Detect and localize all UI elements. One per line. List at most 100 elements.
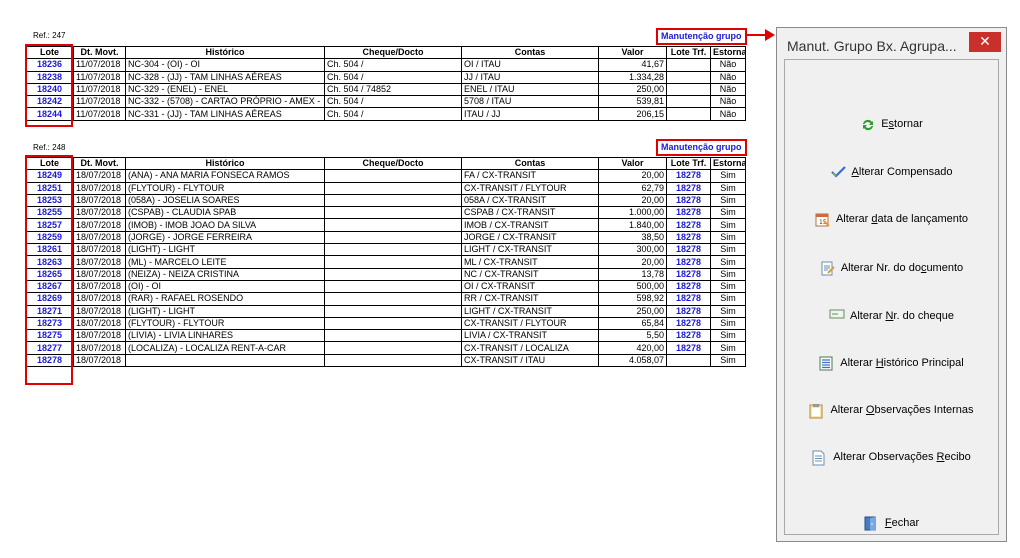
cell-lote[interactable]: 18275: [25, 329, 74, 343]
arrow-right-icon: [746, 29, 775, 41]
cell-contas: ENEL / ITAU: [461, 82, 599, 97]
cheque-icon: [829, 309, 845, 323]
cell-dt-movt: 18/07/2018: [73, 267, 126, 281]
cell-cheque-docto: Ch. 504 /: [324, 95, 462, 109]
cell-lote[interactable]: 18253: [25, 193, 74, 208]
table-row: 18255 18/07/2018 (CSPAB) - CLAUDIA SPAB CSP…: [25, 206, 746, 220]
cell-lote-trf[interactable]: 18278: [666, 255, 711, 269]
cell-historico: (ANA) - ANA MARIA FONSECA RAMOS: [125, 169, 325, 183]
clipboard-icon: [809, 403, 823, 419]
cell-estornado: Não: [710, 82, 746, 97]
table-row: 18253 18/07/2018 (058A) - JOSELIA SOARES 05…: [25, 193, 746, 208]
cell-lote[interactable]: 18273: [25, 316, 74, 331]
cell-cheque-docto: [324, 230, 462, 245]
cell-dt-movt: 18/07/2018: [73, 304, 126, 318]
cell-lote-trf[interactable]: 18278: [666, 304, 711, 318]
cell-valor: 539,81: [598, 95, 667, 109]
cell-lote[interactable]: 18261: [25, 243, 74, 257]
cell-cheque-docto: [324, 206, 462, 220]
alterar-compensado-button[interactable]: Alterar Compensado: [785, 160, 998, 184]
cell-lote[interactable]: 18244: [25, 107, 74, 121]
cell-dt-movt: 18/07/2018: [73, 243, 126, 257]
cell-estornado: Sim: [710, 341, 746, 355]
cell-lote[interactable]: 18257: [25, 218, 74, 232]
cell-lote[interactable]: 18277: [25, 341, 74, 355]
cell-lote-trf[interactable]: 18278: [666, 243, 711, 257]
table-row: 18265 18/07/2018 (NEIZA) - NEIZA CRISTINA N…: [25, 267, 746, 281]
cell-lote-trf[interactable]: 18278: [666, 169, 711, 183]
cell-lote-trf[interactable]: 18278: [666, 206, 711, 220]
cell-lote[interactable]: 18236: [25, 58, 74, 72]
alterar-observacoes-recibo-button[interactable]: Alterar Observações Recibo: [785, 445, 998, 469]
cell-historico: NC-328 - (JJ) - TAM LINHAS AÉREAS: [125, 70, 325, 84]
cell-estornado: Sim: [710, 316, 746, 331]
cell-lote-trf: [666, 353, 711, 368]
cell-historico: [125, 353, 325, 368]
cell-lote[interactable]: 18240: [25, 82, 74, 97]
cell-lote[interactable]: 18269: [25, 292, 74, 306]
cell-lote[interactable]: 18249: [25, 169, 74, 183]
cell-lote[interactable]: 18267: [25, 279, 74, 294]
table-row: 18259 18/07/2018 (JORGE) - JORGE FERREIRA J…: [25, 230, 746, 245]
cell-estornado: Sim: [710, 169, 746, 183]
cell-estornado: Não: [710, 107, 746, 121]
cell-cheque-docto: Ch. 504 / 74852: [324, 82, 462, 97]
cell-historico: (OI) - OI: [125, 279, 325, 294]
cell-lote-trf[interactable]: 18278: [666, 218, 711, 232]
cell-lote[interactable]: 18278: [25, 353, 74, 368]
cell-lote[interactable]: 18263: [25, 255, 74, 269]
cell-lote-trf[interactable]: 18278: [666, 316, 711, 331]
cell-lote-trf[interactable]: 18278: [666, 329, 711, 343]
cell-dt-movt: 18/07/2018: [73, 193, 126, 208]
close-button[interactable]: ✕: [969, 32, 1001, 52]
cell-dt-movt: 18/07/2018: [73, 169, 126, 183]
cell-cheque-docto: [324, 255, 462, 269]
table-row: 18267 18/07/2018 (OI) - OI OI / CX-TRANSIT 5…: [25, 279, 746, 294]
alterar-nr-cheque-button[interactable]: Alterar Nr. do cheque: [785, 304, 998, 328]
table-row: 18273 18/07/2018 (FLYTOUR) - FLYTOUR CX-TRA…: [25, 316, 746, 331]
cell-lote[interactable]: 18259: [25, 230, 74, 245]
cell-lote-trf[interactable]: 18278: [666, 292, 711, 306]
column-header-lote-trf: Lote Trf.: [666, 156, 711, 171]
estornar-button[interactable]: Estornar: [785, 112, 998, 136]
cell-lote[interactable]: 18265: [25, 267, 74, 281]
table-row: 18240 11/07/2018 NC-329 - (ENEL) - ENEL Ch.…: [25, 82, 746, 97]
alterar-data-lancamento-label: Alterar data de lançamento: [835, 213, 969, 225]
check-icon: [830, 165, 846, 179]
cell-valor: 1.840,00: [598, 218, 667, 232]
manutencao-grupo-link-248[interactable]: Manutenção grupo: [656, 139, 747, 156]
cell-lote-trf[interactable]: 18278: [666, 193, 711, 208]
manut-grupo-panel: Manut. Grupo Bx. Agrupa... ✕ Estornar Alt…: [776, 27, 1007, 542]
cell-lote-trf[interactable]: 18278: [666, 181, 711, 195]
cell-lote[interactable]: 18255: [25, 206, 74, 220]
cell-historico: (CSPAB) - CLAUDIA SPAB: [125, 206, 325, 220]
cell-lote-trf[interactable]: 18278: [666, 341, 711, 355]
column-header-estornado: Estornado: [710, 156, 746, 171]
report-table-247: Lote Dt. Movt. Histórico Cheque/Docto Contas…: [25, 45, 746, 121]
alterar-observacoes-recibo-label: Alterar Observações Recibo: [833, 451, 971, 463]
cell-contas: JJ / ITAU: [461, 70, 599, 84]
cell-dt-movt: 18/07/2018: [73, 181, 126, 195]
alterar-nr-documento-button[interactable]: Alterar Nr. do documento: [785, 256, 998, 280]
cell-estornado: Sim: [710, 243, 746, 257]
cell-lote-trf[interactable]: 18278: [666, 279, 711, 294]
alterar-data-lancamento-button[interactable]: 15 Alterar data de lançamento: [785, 207, 998, 231]
cell-dt-movt: 18/07/2018: [73, 218, 126, 232]
table-row: 18251 18/07/2018 (FLYTOUR) - FLYTOUR CX-TRA…: [25, 181, 746, 195]
table-row: 18236 11/07/2018 NC-304 - (OI) - OI Ch. 504…: [25, 58, 746, 72]
cell-lote[interactable]: 18271: [25, 304, 74, 318]
alterar-observacoes-internas-button[interactable]: Alterar Observações Internas: [785, 398, 998, 422]
column-header-valor: Valor: [598, 156, 667, 171]
manutencao-grupo-link-247[interactable]: Manutenção grupo: [656, 28, 747, 45]
cell-valor: 206,15: [598, 107, 667, 121]
cell-contas: NC / CX-TRANSIT: [461, 267, 599, 281]
cell-contas: CX-TRANSIT / LOCALIZA: [461, 341, 599, 355]
cell-lote-trf[interactable]: 18278: [666, 267, 711, 281]
cell-lote[interactable]: 18251: [25, 181, 74, 195]
fechar-button[interactable]: Fechar: [785, 511, 998, 535]
alterar-historico-principal-button[interactable]: Alterar Histórico Principal: [785, 351, 998, 375]
cell-lote-trf[interactable]: 18278: [666, 230, 711, 245]
cell-dt-movt: 18/07/2018: [73, 230, 126, 245]
cell-lote[interactable]: 18238: [25, 70, 74, 84]
cell-lote[interactable]: 18242: [25, 95, 74, 109]
